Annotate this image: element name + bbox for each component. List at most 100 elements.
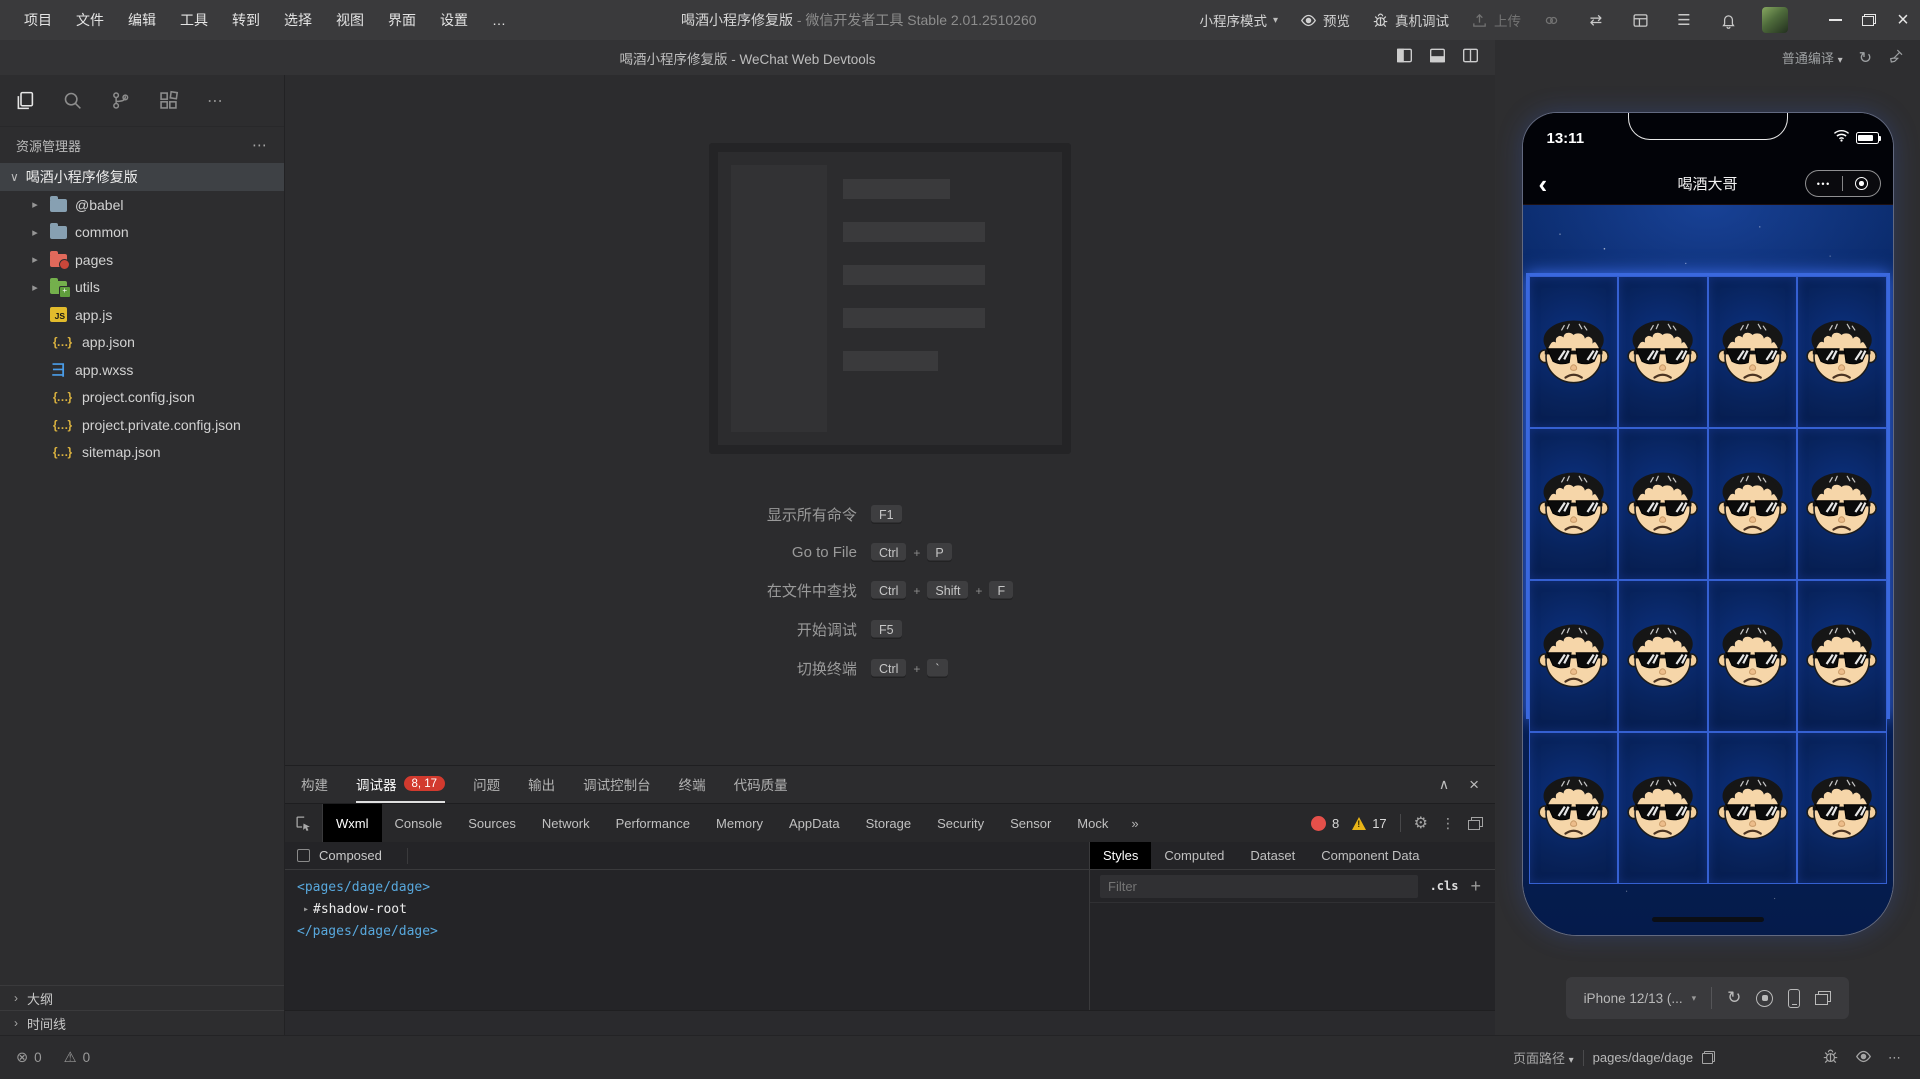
devtools-kebab-icon[interactable]: ⋮ [1441, 815, 1455, 832]
devtab-security[interactable]: Security [924, 804, 997, 842]
tree-item-project-config[interactable]: {…} project.config.json [0, 384, 284, 412]
dage-face-cell[interactable] [1618, 580, 1708, 732]
dage-face-cell[interactable] [1618, 428, 1708, 580]
menu-item-settings[interactable]: 设置 [428, 0, 480, 40]
tree-item-app-json[interactable]: {…} app.json [0, 329, 284, 357]
inspect-element-icon[interactable] [285, 804, 323, 842]
devtab-appdata[interactable]: AppData [776, 804, 853, 842]
capsule-close-icon[interactable] [1843, 177, 1880, 190]
copy-path-icon[interactable] [1702, 1051, 1715, 1064]
tab-debug-console[interactable]: 调试控制台 [583, 766, 651, 803]
toggle-split-icon[interactable] [1462, 48, 1479, 68]
shadow-root-node[interactable]: ▸#shadow-root [297, 899, 1089, 921]
menu-item-file[interactable]: 文件 [64, 0, 116, 40]
tab-terminal[interactable]: 终端 [679, 766, 706, 803]
outline-section[interactable]: › 大纲 [0, 985, 284, 1010]
dage-face-cell[interactable] [1529, 580, 1619, 732]
layout-toggle-icon[interactable] [1630, 10, 1650, 30]
devtab-network[interactable]: Network [529, 804, 603, 842]
device-selector[interactable]: iPhone 12/13 (... [1584, 991, 1683, 1006]
tree-item-project-private-config[interactable]: {…} project.private.config.json [0, 411, 284, 439]
warning-count[interactable]: 17 [1372, 816, 1386, 831]
composed-checkbox[interactable] [297, 849, 310, 862]
menu-item-more[interactable]: … [480, 0, 518, 40]
toggle-sidebar-icon[interactable] [1396, 48, 1413, 68]
mode-dropdown[interactable]: 小程序模式▾ [1199, 10, 1278, 30]
devtab-memory[interactable]: Memory [703, 804, 776, 842]
style-filter-input[interactable] [1100, 875, 1418, 898]
tree-item-common[interactable]: ▸ common [0, 219, 284, 247]
undock-devtools-icon[interactable] [1468, 817, 1483, 830]
dage-face-cell[interactable] [1529, 428, 1619, 580]
search-icon[interactable] [48, 75, 96, 127]
dom-open-tag[interactable]: <pages/dage/dage> [297, 877, 1089, 899]
devtab-sensor[interactable]: Sensor [997, 804, 1064, 842]
menu-item-edit[interactable]: 编辑 [116, 0, 168, 40]
tree-item-pages[interactable]: ▸ pages [0, 246, 284, 274]
main-menu-icon[interactable]: ☰ [1674, 10, 1694, 30]
rotate-device-icon[interactable]: ↻ [1727, 988, 1741, 1008]
component-data-tab[interactable]: Component Data [1308, 842, 1432, 869]
error-count-icon[interactable] [1311, 816, 1326, 831]
link-icon[interactable] [1543, 12, 1560, 29]
dage-face-cell[interactable] [1797, 276, 1887, 428]
source-control-icon[interactable] [96, 75, 144, 127]
tree-root-folder[interactable]: ∨ 喝酒小程序修复版 [0, 163, 284, 191]
tree-item-app-js[interactable]: JS app.js [0, 301, 284, 329]
warning-count-icon[interactable] [1352, 817, 1366, 830]
dage-face-cell[interactable] [1708, 428, 1798, 580]
menu-item-select[interactable]: 选择 [272, 0, 324, 40]
devtab-sources[interactable]: Sources [455, 804, 529, 842]
close-button[interactable]: × [1886, 0, 1920, 40]
user-avatar[interactable] [1762, 7, 1788, 33]
swap-arrows-icon[interactable]: ⇄ [1586, 10, 1606, 30]
activity-more-icon[interactable]: ⋯ [192, 75, 240, 127]
menu-item-tools[interactable]: 工具 [168, 0, 220, 40]
tab-output[interactable]: 输出 [528, 766, 555, 803]
notifications-bell-icon[interactable] [1718, 10, 1738, 30]
tree-item-sitemap[interactable]: {…} sitemap.json [0, 439, 284, 467]
upload-button[interactable]: 上传 [1471, 10, 1521, 30]
tab-debugger[interactable]: 调试器8, 17 [356, 766, 445, 803]
tree-item-babel[interactable]: ▸ @babel [0, 191, 284, 219]
devtab-wxml[interactable]: Wxml [323, 804, 382, 842]
dage-face-cell[interactable] [1529, 276, 1619, 428]
tab-problems[interactable]: 问题 [473, 766, 500, 803]
preview-button[interactable]: 预览 [1300, 10, 1350, 30]
close-panel-icon[interactable]: × [1469, 775, 1479, 795]
device-frame-icon[interactable] [1788, 989, 1800, 1008]
problems-summary[interactable]: ⊗ 0 ⚠ 0 [0, 1050, 285, 1066]
toggle-class-button[interactable]: .cls [1430, 879, 1459, 893]
record-stop-icon[interactable] [1756, 990, 1773, 1007]
compile-mode-dropdown[interactable]: 普通编译 ▾ [1782, 48, 1843, 67]
dage-face-cell[interactable] [1529, 732, 1619, 884]
tree-item-app-wxss[interactable]: 彐 app.wxss [0, 356, 284, 384]
extensions-icon[interactable] [144, 75, 192, 127]
statusbar-more-icon[interactable]: ⋯ [1888, 1050, 1902, 1066]
menu-item-project[interactable]: 项目 [12, 0, 64, 40]
statusbar-eye-icon[interactable] [1855, 1048, 1872, 1068]
explorer-more-icon[interactable]: ⋯ [252, 136, 268, 154]
tab-code-quality[interactable]: 代码质量 [734, 766, 788, 803]
clear-cache-icon[interactable] [1888, 48, 1904, 67]
dage-face-cell[interactable] [1708, 580, 1798, 732]
tab-build[interactable]: 构建 [301, 766, 328, 803]
detach-simulator-icon[interactable] [1815, 991, 1831, 1005]
dage-face-cell[interactable] [1618, 276, 1708, 428]
statusbar-bug-icon[interactable] [1822, 1048, 1839, 1068]
dage-face-cell[interactable] [1797, 428, 1887, 580]
dage-face-cell[interactable] [1618, 732, 1708, 884]
capsule-more-icon[interactable]: ••• [1806, 179, 1843, 189]
tree-item-utils[interactable]: ▸ utils [0, 274, 284, 302]
more-tabs-icon[interactable]: » [1121, 804, 1148, 842]
collapse-panel-icon[interactable]: ∧ [1439, 776, 1449, 793]
toggle-panel-icon[interactable] [1429, 48, 1446, 68]
menu-item-goto[interactable]: 转到 [220, 0, 272, 40]
menu-item-view[interactable]: 视图 [324, 0, 376, 40]
recompile-icon[interactable]: ↻ [1859, 48, 1872, 68]
devtools-settings-gear-icon[interactable]: ⚙ [1414, 813, 1428, 833]
remote-debug-button[interactable]: 真机调试 [1372, 10, 1449, 30]
dage-face-cell[interactable] [1797, 580, 1887, 732]
page-path-dropdown[interactable]: 页面路径 ▾ [1513, 1048, 1574, 1067]
dataset-tab[interactable]: Dataset [1237, 842, 1308, 869]
